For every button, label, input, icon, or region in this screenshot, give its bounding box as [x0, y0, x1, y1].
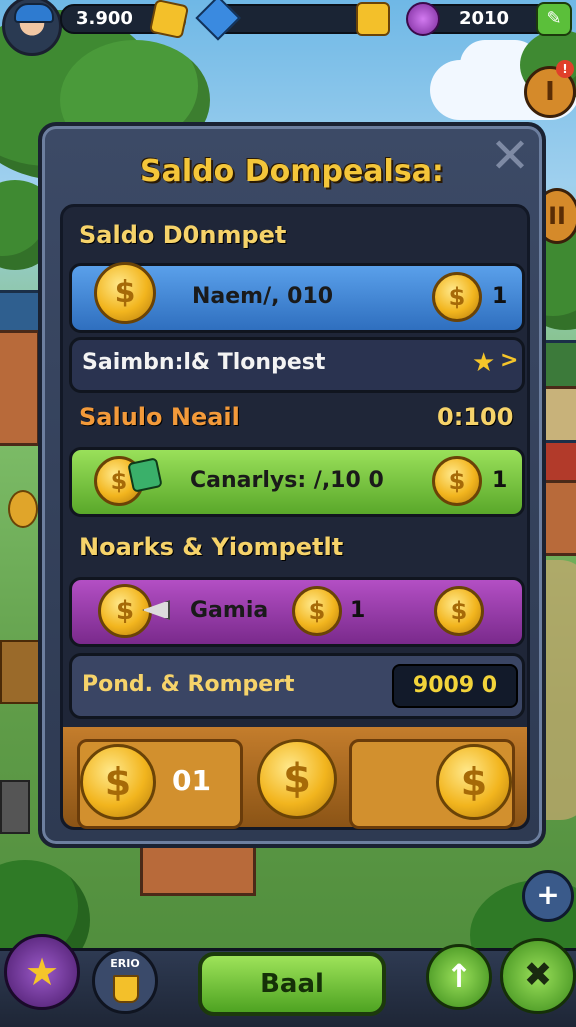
badge-text: ERIO [110, 957, 140, 970]
section-value: 9009 0 [412, 673, 498, 698]
slot-count: 01 [172, 764, 211, 797]
chevron-right-icon: > [500, 348, 519, 373]
bar-count: 1 [492, 284, 508, 309]
reward-slot[interactable]: $ 01 [77, 739, 243, 829]
dollar-coin-icon: $ [432, 456, 482, 506]
bar-text: Gamia [190, 598, 269, 623]
value-display: 9009 0 [392, 664, 518, 708]
upgrade-icon[interactable]: ↑ [426, 944, 492, 1010]
star-badge-icon[interactable]: ★ [4, 934, 80, 1010]
balance-bar-green[interactable]: $ Canarlys: /,10 0 $ 1 [69, 447, 525, 517]
dollar-coin-icon: $ [432, 272, 482, 322]
add-icon[interactable]: + [522, 870, 574, 922]
section-row[interactable]: Saimbn:l& Tlonpest ★ > [69, 337, 525, 393]
bar-text: Naem/, 010 [192, 284, 334, 309]
purple-gem-icon [406, 2, 440, 36]
bar-count: 1 [492, 468, 508, 493]
coins-value: 3.900 [76, 8, 133, 29]
dollar-coin-icon: $ [292, 586, 342, 636]
main-action-button[interactable]: Baal [198, 952, 386, 1016]
section-label: Saimbn:l& Tlonpest [82, 350, 326, 375]
panel-title: Saldo Dompealsa: [140, 154, 444, 189]
dollar-coin-icon: $ [436, 744, 512, 820]
dice-icon [127, 457, 163, 493]
dollar-coin-icon: $ [98, 584, 152, 638]
dollar-coin-icon: $ [94, 262, 156, 324]
add-gems-icon[interactable]: ✎ [536, 2, 572, 36]
section-label: Noarks & Yiompetlt [79, 533, 344, 561]
gold-chest-icon[interactable] [356, 2, 390, 36]
dollar-coin-icon: $ [80, 744, 156, 820]
dollar-coin-icon: $ [434, 586, 484, 636]
wallet-panel: Saldo Dompealsa: ✕ Saldo D0nmpet $ Naem/… [38, 122, 546, 848]
section-label: Salulo Neail [79, 403, 240, 431]
bar-count: 1 [350, 598, 366, 623]
star-icon: ★ [472, 348, 496, 378]
close-icon[interactable]: ✕ [486, 132, 534, 180]
section-label: Saldo D0nmpet [79, 221, 287, 249]
notification-badge: ! [556, 60, 574, 78]
section-row[interactable]: Pond. & Rompert 9009 0 [69, 653, 525, 719]
tools-icon[interactable]: ✖ [500, 938, 576, 1014]
badge-button[interactable]: ERIO [92, 948, 158, 1014]
gems-value: 2010 [458, 8, 510, 29]
dollar-coin-icon: $ [257, 739, 337, 819]
top-hud: 3.900 2010 ✎ [0, 0, 576, 56]
reward-slot[interactable]: $ [349, 739, 515, 829]
section-label: Pond. & Rompert [82, 672, 295, 697]
section-value: 0:100 [437, 403, 514, 431]
panel-content: Saldo D0nmpet $ Naem/, 010 $ 1 Saimbn:l&… [60, 204, 530, 830]
cup-icon [113, 975, 139, 1003]
gold-gem-icon [148, 0, 190, 40]
reward-slots: $ 01 $ 1 $ [63, 727, 527, 829]
balance-bar-blue[interactable]: $ Naem/, 010 $ 1 [69, 262, 525, 333]
bar-text: Canarlys: /,10 0 [190, 468, 384, 493]
balance-bar-purple[interactable]: $ Gamia $ 1 $ [69, 577, 525, 647]
